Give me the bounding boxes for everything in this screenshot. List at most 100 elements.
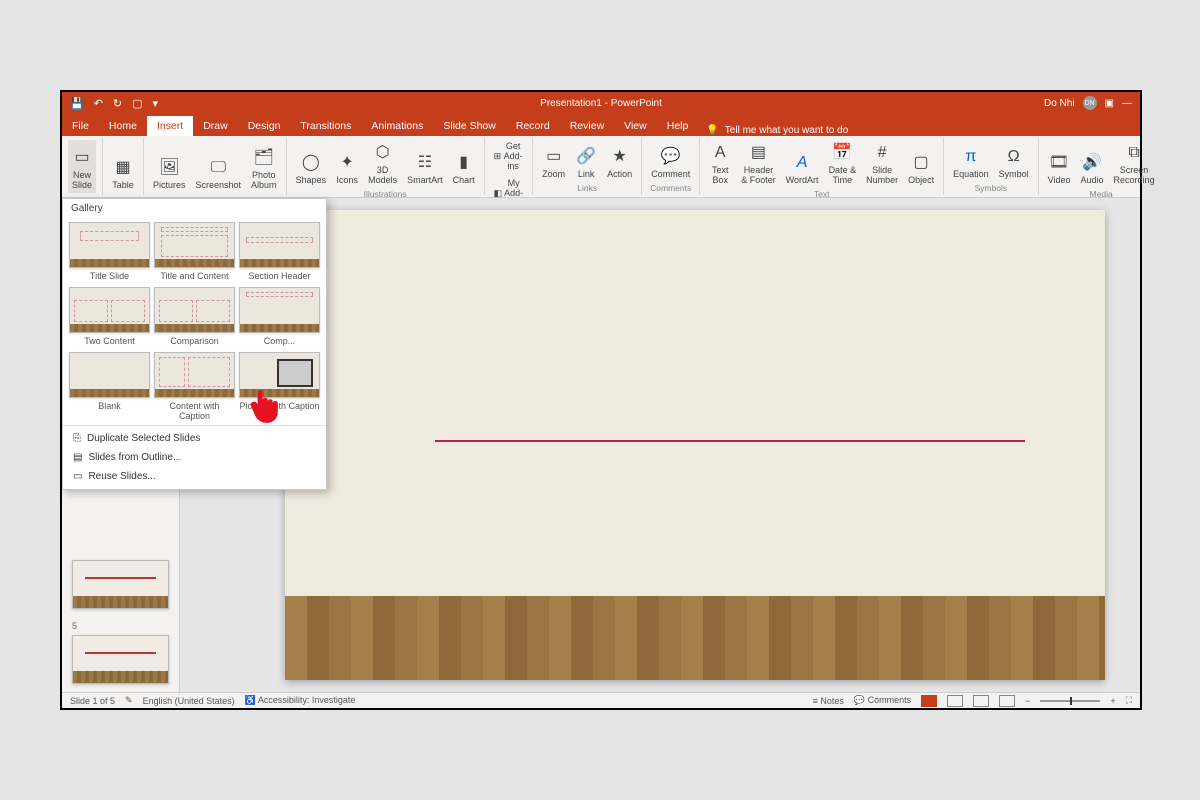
slideshow-icon[interactable]: ▢: [132, 97, 142, 110]
layout-title-and-content[interactable]: Title and Content: [154, 222, 235, 281]
user-avatar[interactable]: DN: [1083, 96, 1097, 110]
layout-title-slide[interactable]: Title Slide: [69, 222, 150, 281]
icons-button[interactable]: ✦Icons: [333, 140, 361, 188]
wordart-button[interactable]: AWordArt: [783, 140, 822, 188]
album-icon: 🗂: [253, 147, 275, 169]
pictures-button[interactable]: 🖼Pictures: [150, 140, 189, 193]
new-slide-button[interactable]: ▭New Slide: [68, 140, 96, 193]
ribbon-display-icon[interactable]: ▣: [1105, 98, 1114, 109]
redo-icon[interactable]: ↻: [113, 97, 122, 110]
language[interactable]: English (United States): [143, 696, 235, 706]
tab-slideshow[interactable]: Slide Show: [433, 116, 506, 136]
tab-review[interactable]: Review: [560, 116, 614, 136]
3d-models-button[interactable]: ⬡3D Models: [365, 140, 400, 188]
symbol-button[interactable]: ΩSymbol: [996, 140, 1032, 182]
zoom-out-icon[interactable]: −: [1025, 696, 1030, 706]
gallery-header: Gallery: [63, 199, 326, 218]
video-button[interactable]: 🎞Video: [1045, 140, 1074, 188]
layout-title-only[interactable]: Comp...: [239, 287, 320, 346]
equation-button[interactable]: πEquation: [950, 140, 992, 182]
object-icon: ▢: [910, 152, 932, 174]
wordart-icon: A: [791, 152, 813, 174]
icons-icon: ✦: [336, 152, 358, 174]
slide-floor-graphic: [285, 596, 1105, 680]
record-icon: ⧉: [1123, 142, 1145, 164]
tab-design[interactable]: Design: [238, 116, 291, 136]
tab-insert[interactable]: Insert: [147, 116, 193, 136]
tab-file[interactable]: File: [62, 116, 99, 136]
shapes-button[interactable]: ◯Shapes: [293, 140, 330, 188]
accessibility[interactable]: ♿ Accessibility: Investigate: [245, 695, 356, 706]
layout-two-content[interactable]: Two Content: [69, 287, 150, 346]
zoom-button[interactable]: ▭Zoom: [539, 140, 568, 182]
textbox-button[interactable]: AText Box: [706, 140, 734, 188]
pi-icon: π: [960, 146, 982, 168]
tab-animations[interactable]: Animations: [361, 116, 433, 136]
duplicate-slides[interactable]: ⎘Duplicate Selected Slides: [63, 429, 326, 448]
group-tables: ▦Table: [103, 138, 144, 195]
notes-button[interactable]: ≡ Notes: [813, 696, 844, 706]
pointer-hand-icon: [245, 385, 287, 427]
reading-view-button[interactable]: [973, 695, 989, 707]
table-icon: ▦: [112, 157, 134, 179]
table-button[interactable]: ▦Table: [109, 140, 137, 193]
layout-content-caption[interactable]: Content with Caption: [154, 352, 235, 421]
slideshow-view-button[interactable]: [999, 695, 1015, 707]
reuse-slides[interactable]: ▭Reuse Slides...: [63, 467, 326, 486]
cube-icon: ⬡: [372, 142, 394, 164]
current-slide[interactable]: [285, 210, 1105, 680]
zoom-slider[interactable]: [1040, 700, 1100, 702]
header-footer-button[interactable]: ▤Header & Footer: [738, 140, 779, 188]
group-media: 🎞Video 🔊Audio ⧉Screen Recording Media: [1039, 138, 1164, 195]
slidenumber-button[interactable]: #Slide Number: [863, 140, 901, 188]
slide-thumbnail[interactable]: [72, 635, 169, 684]
slide-thumbnail[interactable]: [72, 560, 169, 609]
group-symbols: πEquation ΩSymbol Symbols: [944, 138, 1039, 195]
spellcheck-icon[interactable]: ✎: [125, 695, 133, 706]
save-icon[interactable]: 💾: [70, 97, 84, 110]
copy-icon: ⎘: [73, 433, 81, 444]
tab-transitions[interactable]: Transitions: [290, 116, 361, 136]
sorter-view-button[interactable]: [947, 695, 963, 707]
undo-icon[interactable]: ↶: [94, 97, 103, 110]
tab-record[interactable]: Record: [506, 116, 560, 136]
user-name[interactable]: Do Nhi: [1044, 98, 1075, 109]
slides-from-outline[interactable]: ▤Slides from Outline...: [63, 448, 326, 467]
screenshot-button[interactable]: 🖵Screenshot: [193, 140, 245, 193]
tab-home[interactable]: Home: [99, 116, 147, 136]
comment-icon: 💬: [660, 146, 682, 168]
chart-button[interactable]: ▮Chart: [450, 140, 478, 188]
group-illustrations: ◯Shapes ✦Icons ⬡3D Models ☷SmartArt ▮Cha…: [287, 138, 485, 195]
zoom-in-icon[interactable]: +: [1110, 696, 1115, 706]
thumbnail-number: 5: [72, 621, 169, 631]
header-icon: ▤: [747, 142, 769, 164]
get-addins-button[interactable]: ⊞Get Add-ins: [491, 140, 527, 174]
tab-view[interactable]: View: [614, 116, 657, 136]
comment-button[interactable]: 💬Comment: [648, 140, 693, 182]
datetime-button[interactable]: 📅Date & Time: [826, 140, 860, 188]
smartart-button[interactable]: ☷SmartArt: [404, 140, 446, 188]
normal-view-button[interactable]: [921, 695, 937, 707]
comments-button[interactable]: 💬 Comments: [854, 695, 911, 706]
audio-button[interactable]: 🔊Audio: [1078, 140, 1107, 188]
quick-access-toolbar: 💾 ↶ ↻ ▢ ▾: [70, 97, 158, 110]
tell-me[interactable]: 💡Tell me what you want to do: [698, 125, 856, 136]
fit-icon[interactable]: ⛶: [1126, 695, 1132, 706]
screen-recording-button[interactable]: ⧉Screen Recording: [1111, 140, 1158, 188]
link-button[interactable]: 🔗Link: [572, 140, 600, 182]
layout-blank[interactable]: Blank: [69, 352, 150, 421]
slide-count[interactable]: Slide 1 of 5: [70, 696, 115, 706]
tab-help[interactable]: Help: [657, 116, 699, 136]
minimize-icon[interactable]: —: [1122, 98, 1132, 109]
action-button[interactable]: ★Action: [604, 140, 635, 182]
object-button[interactable]: ▢Object: [905, 140, 937, 188]
layout-comparison[interactable]: Comparison: [154, 287, 235, 346]
layout-section-header[interactable]: Section Header: [239, 222, 320, 281]
link-icon: 🔗: [575, 146, 597, 168]
photo-album-button[interactable]: 🗂Photo Album: [248, 140, 280, 193]
group-addins: ⊞Get Add-ins ◧My Add-ins Add-ins: [485, 138, 534, 195]
tab-draw[interactable]: Draw: [193, 116, 238, 136]
calendar-icon: 📅: [831, 142, 853, 164]
document-title: Presentation1 - PowerPoint: [158, 98, 1044, 109]
number-icon: #: [871, 142, 893, 164]
